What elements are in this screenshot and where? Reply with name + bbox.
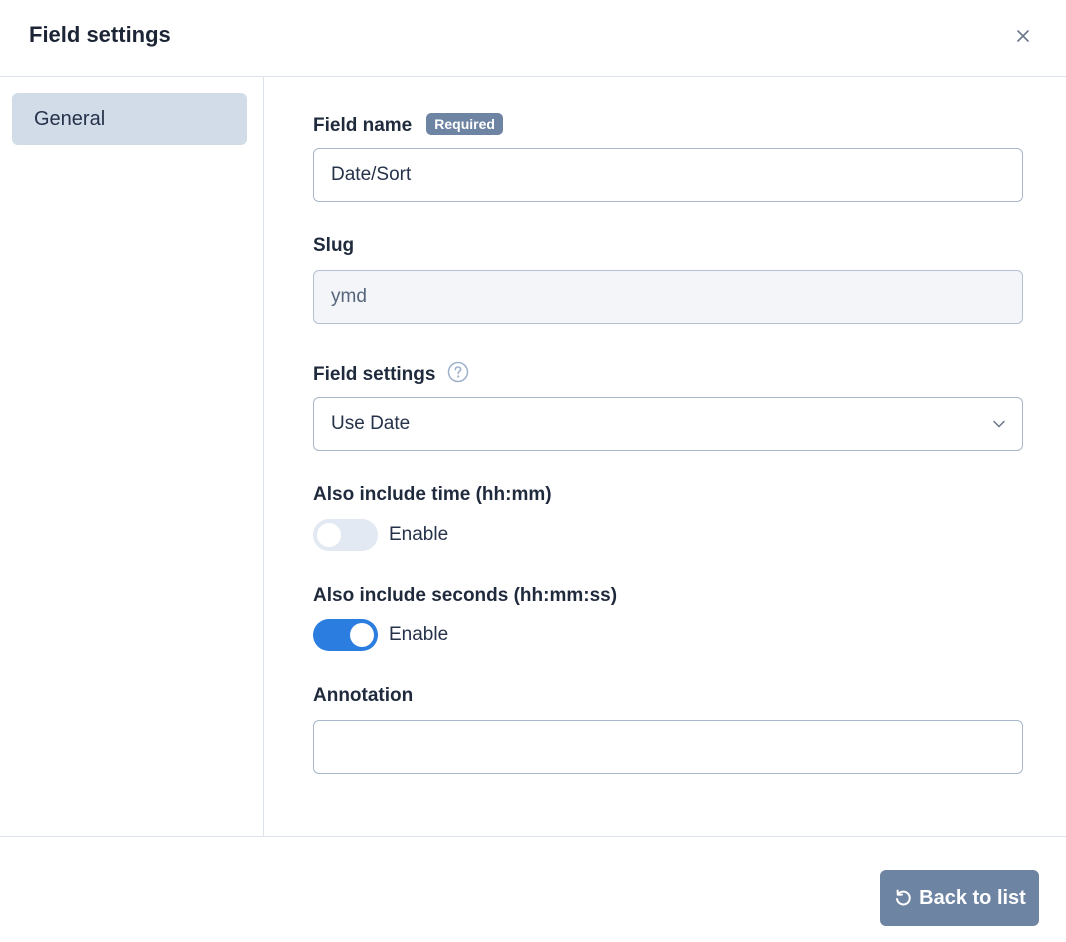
back-to-list-button[interactable]: Back to list bbox=[880, 870, 1039, 926]
modal-header: Field settings bbox=[0, 0, 1066, 77]
include-seconds-row: Enable bbox=[313, 619, 448, 651]
close-icon bbox=[1017, 30, 1029, 42]
annotation-input[interactable] bbox=[313, 720, 1023, 774]
field-settings-modal: Field settings General Field name Require… bbox=[0, 0, 1066, 942]
include-time-label: Also include time (hh:mm) bbox=[313, 484, 552, 505]
modal-footer: Back to list bbox=[0, 836, 1066, 942]
field-settings-select[interactable]: Use Date bbox=[313, 397, 1023, 451]
field-settings-label: Field settings bbox=[313, 361, 469, 389]
include-time-toggle-label: Enable bbox=[389, 524, 449, 545]
field-name-label: Field name Required bbox=[313, 113, 503, 137]
help-icon[interactable] bbox=[447, 361, 469, 389]
field-name-input[interactable]: Date/Sort bbox=[313, 148, 1023, 202]
include-time-row: Enable bbox=[313, 519, 448, 551]
include-time-toggle[interactable] bbox=[313, 519, 378, 551]
sidebar: General bbox=[0, 77, 264, 836]
include-seconds-label: Also include seconds (hh:mm:ss) bbox=[313, 585, 618, 606]
include-seconds-toggle-label: Enable bbox=[389, 624, 449, 645]
toggle-knob bbox=[350, 623, 374, 647]
required-badge: Required bbox=[426, 113, 503, 135]
back-to-list-label: Back to list bbox=[919, 886, 1026, 909]
settings-form: Field name Required Date/Sort Slug ymd Fi… bbox=[264, 77, 1066, 836]
sidebar-item-label: General bbox=[34, 107, 106, 130]
toggle-knob bbox=[317, 523, 341, 547]
annotation-label: Annotation bbox=[313, 685, 414, 706]
sidebar-item-general[interactable]: General bbox=[12, 93, 247, 145]
undo-icon bbox=[896, 889, 911, 906]
modal-title: Field settings bbox=[29, 22, 171, 47]
chevron-down-icon bbox=[993, 420, 1005, 428]
slug-label: Slug bbox=[313, 235, 355, 256]
include-seconds-toggle[interactable] bbox=[313, 619, 378, 651]
slug-input[interactable]: ymd bbox=[313, 270, 1023, 324]
close-button[interactable] bbox=[1012, 25, 1034, 47]
